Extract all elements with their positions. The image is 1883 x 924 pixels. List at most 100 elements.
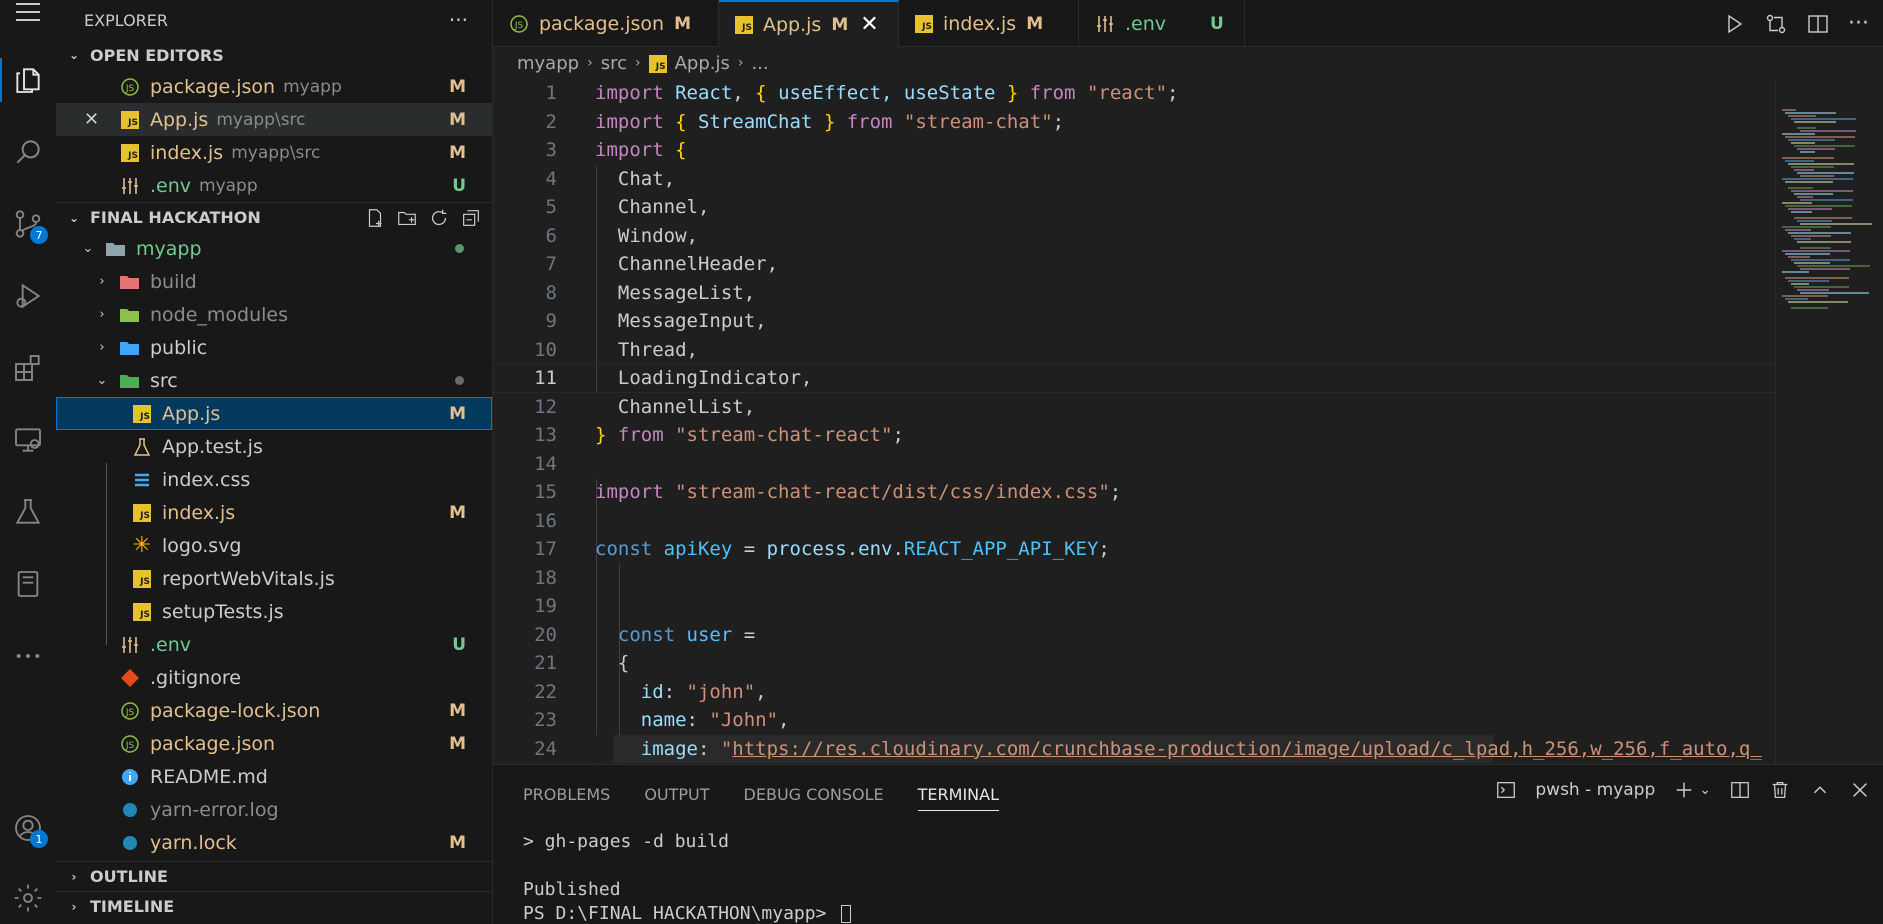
run-debug-icon[interactable] bbox=[0, 268, 56, 324]
maximize-panel-icon[interactable] bbox=[1809, 779, 1831, 801]
search-icon[interactable] bbox=[0, 124, 56, 180]
more-actions-icon[interactable]: ··· bbox=[1848, 11, 1869, 36]
tab-problems[interactable]: PROBLEMS bbox=[523, 785, 610, 804]
tree-file-gitignore[interactable]: .gitignore bbox=[56, 661, 492, 694]
breadcrumb-item[interactable]: App.js bbox=[675, 53, 730, 74]
tree-file-logo-svg[interactable]: ✳ logo.svg bbox=[56, 529, 492, 562]
breadcrumb-item[interactable]: myapp bbox=[517, 53, 579, 74]
tree-item-label: App.js bbox=[162, 402, 221, 425]
minimap[interactable] bbox=[1775, 79, 1883, 764]
breadcrumb-item[interactable]: src bbox=[601, 53, 627, 74]
open-editor-item[interactable]: JS package.json myapp M bbox=[56, 70, 492, 103]
tab-package-json[interactable]: JS package.json M bbox=[493, 0, 719, 47]
tree-file-package-lock[interactable]: JS package-lock.json M bbox=[56, 694, 492, 727]
compare-changes-icon[interactable] bbox=[1764, 12, 1788, 36]
tree-file-yarn-lock[interactable]: yarn.lock M bbox=[56, 826, 492, 859]
tree-file-index-css[interactable]: index.css bbox=[56, 463, 492, 496]
tree-item-label: index.js bbox=[162, 501, 236, 524]
split-terminal-icon[interactable] bbox=[1729, 779, 1751, 801]
extensions-icon[interactable] bbox=[0, 340, 56, 396]
tree-file-env[interactable]: .env U bbox=[56, 628, 492, 661]
new-folder-icon[interactable] bbox=[396, 207, 418, 229]
minimap-line bbox=[1800, 151, 1815, 153]
minimap-line bbox=[1788, 256, 1810, 258]
tree-file-yarn-error-log[interactable]: yarn-error.log bbox=[56, 793, 492, 826]
tree-file-report-web-vitals[interactable]: JS reportWebVitals.js bbox=[56, 562, 492, 595]
tree-file-readme[interactable]: README.md bbox=[56, 760, 492, 793]
tree-file-package-json[interactable]: JS package.json M bbox=[56, 727, 492, 760]
close-panel-icon[interactable] bbox=[1849, 779, 1871, 801]
more-icon[interactable] bbox=[0, 628, 56, 684]
env-settings-icon bbox=[118, 633, 142, 657]
tab-index-js[interactable]: JS index.js M bbox=[899, 0, 1079, 47]
open-editor-item[interactable]: JS index.js myapp\src M bbox=[56, 136, 492, 169]
refresh-icon[interactable] bbox=[428, 207, 450, 229]
tree-file-index-js[interactable]: JS index.js M bbox=[56, 496, 492, 529]
minimap-line bbox=[1785, 253, 1830, 255]
tab-app-js[interactable]: JS App.js M ✕ bbox=[719, 0, 899, 47]
tree-folder-src[interactable]: ⌄ src bbox=[56, 364, 492, 397]
collapse-all-icon[interactable] bbox=[460, 207, 482, 229]
code-line: 5 Channel, bbox=[493, 193, 1775, 222]
line-number: 10 bbox=[534, 338, 557, 361]
git-status-badge: M bbox=[449, 700, 466, 721]
source-control-icon[interactable]: 7 bbox=[0, 196, 56, 252]
tree-file-app-js[interactable]: JS App.js M bbox=[56, 397, 492, 430]
code-text: Window, bbox=[595, 224, 698, 247]
open-editors-header[interactable]: ⌄ OPEN EDITORS bbox=[56, 40, 492, 70]
line-number: 1 bbox=[545, 82, 557, 105]
tree-folder-public[interactable]: › public bbox=[56, 331, 492, 364]
minimap-line bbox=[1785, 277, 1849, 279]
tree-folder-node-modules[interactable]: › node_modules bbox=[56, 298, 492, 331]
manage-gear-icon[interactable] bbox=[0, 870, 56, 924]
minimap-line bbox=[1791, 142, 1815, 144]
timeline-title: TIMELINE bbox=[90, 897, 175, 916]
tree-file-app-test-js[interactable]: App.test.js bbox=[56, 430, 492, 463]
workspace-tree: ⌄ myapp › build › node_modules › public … bbox=[56, 232, 492, 859]
breadcrumb-item[interactable]: ... bbox=[751, 53, 768, 74]
new-terminal-icon[interactable] bbox=[1673, 779, 1695, 801]
split-editor-icon[interactable] bbox=[1806, 12, 1830, 36]
minimap-line bbox=[1791, 283, 1809, 285]
tab-status: M bbox=[1026, 13, 1044, 34]
code-line: 21 { bbox=[493, 649, 1775, 678]
code-editor[interactable]: 1 import React, { useEffect, useState } … bbox=[493, 79, 1883, 764]
open-editor-item[interactable]: ✕ JS App.js myapp\src M bbox=[56, 103, 492, 136]
accounts-icon[interactable]: 1 bbox=[0, 800, 56, 856]
terminal-name[interactable]: pwsh - myapp bbox=[1535, 780, 1655, 800]
tab-env[interactable]: .env U bbox=[1079, 0, 1245, 47]
js-file-icon: JS bbox=[735, 15, 753, 34]
tab-terminal[interactable]: TERMINAL bbox=[917, 778, 1000, 811]
explorer-icon[interactable] bbox=[0, 52, 56, 108]
json-file-icon: JS bbox=[118, 732, 142, 756]
new-file-icon[interactable] bbox=[364, 207, 386, 229]
tab-status: M bbox=[674, 13, 692, 34]
tree-folder-myapp[interactable]: ⌄ myapp bbox=[56, 232, 492, 265]
minimap-line bbox=[1800, 175, 1834, 177]
workspace-header[interactable]: ⌄ FINAL HACKATHON bbox=[56, 202, 492, 232]
chevron-down-icon[interactable]: ⌄ bbox=[1699, 782, 1711, 798]
close-icon[interactable]: ✕ bbox=[84, 109, 110, 130]
open-editor-item[interactable]: .env myapp U bbox=[56, 169, 492, 202]
outline-header[interactable]: › OUTLINE bbox=[56, 861, 492, 891]
tree-folder-build[interactable]: › build bbox=[56, 265, 492, 298]
close-icon[interactable]: ✕ bbox=[860, 12, 878, 37]
terminal-output[interactable]: > gh-pages -d build Published PS D:\FINA… bbox=[523, 831, 852, 924]
run-icon[interactable] bbox=[1722, 12, 1746, 36]
timeline-header[interactable]: › TIMELINE bbox=[56, 891, 492, 921]
svg-text:JS: JS bbox=[125, 741, 135, 751]
git-status-badge: U bbox=[452, 175, 466, 196]
menu-icon[interactable] bbox=[0, 0, 56, 32]
testing-icon[interactable] bbox=[0, 484, 56, 540]
minimap-line bbox=[1800, 130, 1856, 132]
minimap-line bbox=[1797, 172, 1854, 174]
notebook-icon[interactable] bbox=[0, 556, 56, 612]
tree-file-setup-tests[interactable]: JS setupTests.js bbox=[56, 595, 492, 628]
explorer-more-actions[interactable]: ··· bbox=[449, 8, 468, 32]
trash-icon[interactable] bbox=[1769, 779, 1791, 801]
tab-output[interactable]: OUTPUT bbox=[644, 785, 709, 804]
line-number: 2 bbox=[545, 110, 557, 133]
tab-debug-console[interactable]: DEBUG CONSOLE bbox=[744, 785, 884, 804]
remote-explorer-icon[interactable] bbox=[0, 412, 56, 468]
workspace-title: FINAL HACKATHON bbox=[90, 208, 261, 227]
